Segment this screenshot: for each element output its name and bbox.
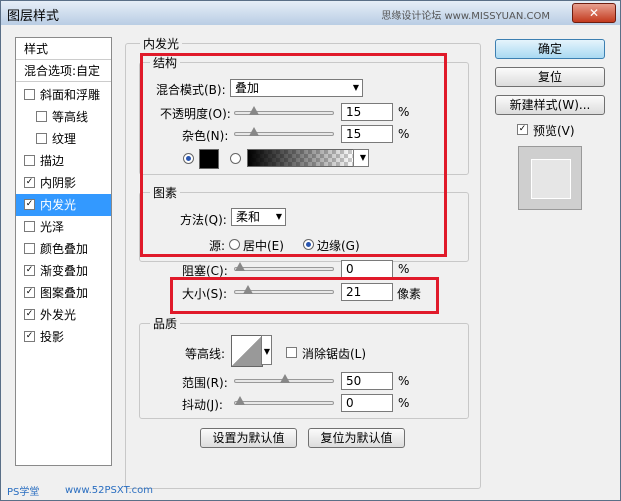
choke-slider-thumb[interactable] [235,262,245,271]
preview-label: 预览(V) [533,124,575,138]
style-item-label: 纹理 [52,132,77,146]
style-item[interactable]: 光泽 [16,216,111,238]
style-checkbox[interactable]: ✓ [24,177,35,188]
choke-slider[interactable] [234,262,334,271]
quality-title: 品质 [150,315,181,332]
style-item[interactable]: 描边 [16,150,111,172]
anti-alias-label: 消除锯齿(L) [302,347,367,361]
range-input[interactable]: 50 [341,372,393,390]
chevron-down-icon: ▼ [263,347,270,356]
style-item-label: 颜色叠加 [40,242,89,256]
title-bar: 图层样式 思缘设计论坛 www.MISSYUAN.COM ✕ [1,1,620,25]
style-item-label: 光泽 [40,220,65,234]
make-default-button[interactable]: 设置为默认值 [200,428,297,448]
choke-unit: % [398,262,410,276]
watermark-text: 思缘设计论坛 www.MISSYUAN.COM [381,11,550,22]
style-item[interactable]: ✓ 渐变叠加 [16,260,111,282]
style-item-label: 内发光 [40,198,77,212]
contour-preview[interactable] [231,335,263,367]
style-checkbox[interactable]: ✓ [24,265,35,276]
anti-alias-checkbox[interactable] [286,347,297,358]
style-item[interactable]: ✓ 外发光 [16,304,111,326]
jitter-input[interactable]: 0 [341,394,393,412]
reset-button[interactable]: 复位 [495,67,605,87]
reset-default-button[interactable]: 复位为默认值 [308,428,405,448]
style-item-label: 投影 [40,330,65,344]
style-item[interactable]: ✓ 内阴影 [16,172,111,194]
style-item-label: 等高线 [52,110,89,124]
style-item-label: 图案叠加 [40,286,89,300]
range-label: 范围(R): [182,376,228,390]
choke-input[interactable]: 0 [341,260,393,278]
style-item-label: 渐变叠加 [40,264,89,278]
style-checkbox[interactable]: ✓ [24,199,35,210]
style-item[interactable]: 颜色叠加 [16,238,111,260]
jitter-label: 抖动(J): [182,398,223,412]
window-title: 图层样式 [7,9,60,24]
styles-list: 样式 混合选项:自定 斜面和浮雕等高线纹理描边 ✓ 内阴影 ✓ 内发光光泽颜色叠加 ✓ 渐变… [15,37,112,466]
jitter-slider[interactable] [234,396,334,405]
style-checkbox[interactable] [24,221,35,232]
style-item[interactable]: 斜面和浮雕 [16,84,111,106]
layer-style-dialog: 图层样式 思缘设计论坛 www.MISSYUAN.COM ✕ 样式 混合选项:自… [0,0,621,501]
range-unit: % [398,374,410,388]
jitter-slider-thumb[interactable] [235,396,245,405]
style-checkbox[interactable]: ✓ [24,331,35,342]
style-checkbox[interactable] [24,89,35,100]
preview-checkbox[interactable]: ✓ [517,124,528,135]
ok-button[interactable]: 确定 [495,39,605,59]
footer-left-watermark: PS学堂 [7,487,40,498]
style-item-label: 内阴影 [40,176,77,190]
range-slider-thumb[interactable] [280,374,290,383]
inner-glow-title: 内发光 [140,35,183,52]
style-checkbox[interactable] [24,243,35,254]
highlight-box-size [170,277,439,314]
contour-dropdown[interactable]: ▼ [261,335,272,365]
style-item-label: 外发光 [40,308,77,322]
footer-right-watermark: www.52PSXT.com [65,485,154,496]
style-item[interactable]: ✓ 内发光 [16,194,111,216]
highlight-box-structure [140,53,447,257]
style-checkbox[interactable]: ✓ [24,287,35,298]
style-checkbox[interactable] [36,111,47,122]
close-button[interactable]: ✕ [572,3,616,23]
range-slider[interactable] [234,374,334,383]
style-preview-thumbnail [518,146,582,210]
jitter-unit: % [398,396,410,410]
style-checkbox[interactable] [24,155,35,166]
style-item[interactable]: 纹理 [16,128,111,150]
style-checkbox[interactable]: ✓ [24,309,35,320]
styles-header[interactable]: 样式 [16,38,111,60]
style-item[interactable]: ✓ 图案叠加 [16,282,111,304]
new-style-button[interactable]: 新建样式(W)... [495,95,605,115]
style-checkbox[interactable] [36,133,47,144]
style-item[interactable]: 等高线 [16,106,111,128]
style-item-label: 斜面和浮雕 [40,88,101,102]
style-item-label: 描边 [40,154,65,168]
style-item[interactable]: ✓ 投影 [16,326,111,348]
contour-label: 等高线: [185,347,226,361]
blend-options-item[interactable]: 混合选项:自定 [16,60,111,82]
